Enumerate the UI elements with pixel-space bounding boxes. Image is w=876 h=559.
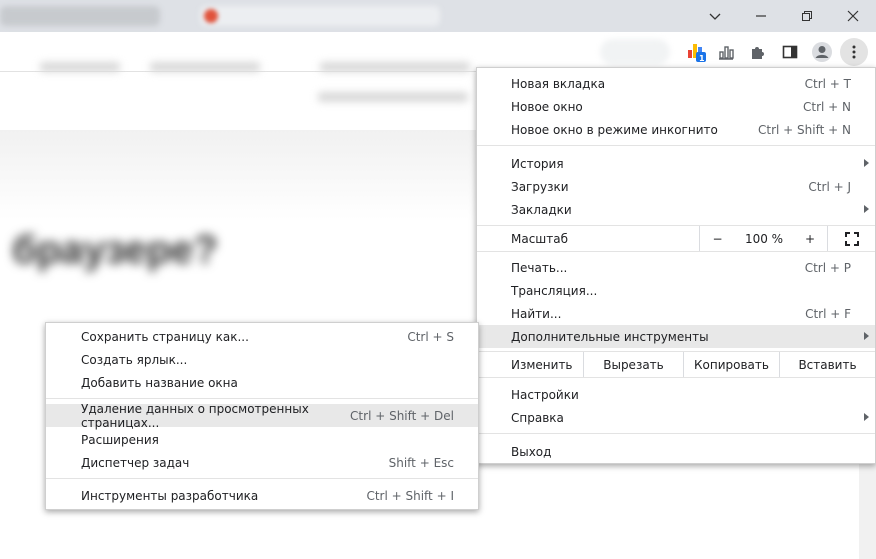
close-button[interactable] — [830, 0, 876, 32]
zoom-in-button[interactable]: + — [793, 226, 827, 251]
tab-search-button[interactable] — [692, 0, 738, 32]
submenu-divider — [46, 398, 478, 399]
copy-button[interactable]: Копировать — [683, 352, 779, 377]
edit-label: Изменить — [511, 357, 573, 372]
fullscreen-icon — [844, 231, 859, 246]
blurred-nav-item — [320, 62, 470, 72]
menu-zoom-row: Масштаб − 100 % + — [477, 226, 875, 251]
menu-divider — [477, 433, 875, 434]
menu-edit-row: Изменить Вырезать Копировать Вставить — [477, 352, 875, 377]
menu-exit[interactable]: Выход — [477, 440, 875, 463]
menu-help[interactable]: Справка — [477, 406, 875, 429]
page-heading: браузере? — [12, 228, 218, 272]
stats-extension-button[interactable] — [712, 38, 740, 66]
title-bar — [0, 0, 876, 32]
zoom-value: 100 % — [744, 231, 784, 246]
close-icon — [847, 10, 859, 22]
paste-button[interactable]: Вставить — [779, 352, 875, 377]
puzzle-icon — [752, 47, 764, 59]
menu-print[interactable]: Печать... Ctrl + P — [477, 256, 875, 279]
menu-incognito[interactable]: Новое окно в режиме инкогнито Ctrl + Shi… — [477, 118, 875, 141]
extension-stats-button[interactable]: 1 — [682, 38, 710, 66]
minimize-icon — [756, 15, 766, 17]
submenu-task-manager[interactable]: Диспетчер задач Shift + Esc — [46, 451, 478, 474]
side-panel-button[interactable] — [776, 38, 804, 66]
submenu-name-window[interactable]: Добавить название окна — [46, 371, 478, 394]
menu-find[interactable]: Найти... Ctrl + F — [477, 302, 875, 325]
submenu-arrow-icon — [864, 332, 869, 340]
blurred-nav-item — [150, 62, 260, 72]
submenu-divider — [46, 478, 478, 479]
zoom-label: Масштаб — [511, 231, 569, 246]
menu-new-tab[interactable]: Новая вкладка Ctrl + T — [477, 72, 875, 95]
submenu-arrow-icon — [864, 413, 869, 421]
restore-button[interactable] — [784, 0, 830, 32]
minimize-button[interactable] — [738, 0, 784, 32]
menu-button[interactable] — [840, 38, 868, 66]
menu-bookmarks[interactable]: Закладки — [477, 198, 875, 221]
fullscreen-button[interactable] — [827, 226, 875, 251]
blurred-nav-item — [40, 62, 120, 72]
submenu-save-page[interactable]: Сохранить страницу как... Ctrl + S — [46, 325, 478, 348]
side-panel-icon — [782, 45, 798, 59]
more-vert-icon — [852, 45, 856, 59]
extension-badge: 1 — [699, 54, 705, 63]
cut-button[interactable]: Вырезать — [583, 352, 683, 377]
menu-history[interactable]: История — [477, 152, 875, 175]
blurred-nav-item — [318, 92, 468, 102]
profile-button[interactable] — [808, 38, 836, 66]
menu-divider — [477, 145, 875, 146]
menu-divider — [477, 377, 875, 378]
profile-icon — [812, 42, 832, 62]
menu-cast[interactable]: Трансляция... — [477, 279, 875, 302]
tab-active[interactable] — [200, 6, 440, 26]
submenu-create-shortcut[interactable]: Создать ярлык... — [46, 348, 478, 371]
menu-downloads[interactable]: Загрузки Ctrl + J — [477, 175, 875, 198]
more-tools-submenu: Сохранить страницу как... Ctrl + S Созда… — [45, 322, 479, 510]
restore-icon — [802, 11, 812, 21]
submenu-extensions[interactable]: Расширения — [46, 428, 478, 451]
tab-inactive[interactable] — [0, 6, 160, 26]
chevron-down-icon — [709, 13, 721, 20]
bar-chart-icon — [719, 46, 734, 60]
menu-divider — [477, 251, 875, 252]
menu-new-window[interactable]: Новое окно Ctrl + N — [477, 95, 875, 118]
chrome-main-menu: Новая вкладка Ctrl + T Новое окно Ctrl +… — [476, 67, 876, 464]
submenu-arrow-icon — [864, 205, 869, 213]
menu-more-tools[interactable]: Дополнительные инструменты — [477, 325, 875, 348]
submenu-clear-data[interactable]: Удаление данных о просмотренных страница… — [46, 402, 478, 430]
submenu-dev-tools[interactable]: Инструменты разработчика Ctrl + Shift + … — [46, 484, 478, 507]
address-bar[interactable] — [600, 39, 670, 65]
extensions-button[interactable] — [744, 38, 772, 66]
tab-favicon — [204, 9, 218, 23]
submenu-arrow-icon — [864, 159, 869, 167]
menu-settings[interactable]: Настройки — [477, 383, 875, 406]
zoom-out-button[interactable]: − — [699, 226, 735, 251]
